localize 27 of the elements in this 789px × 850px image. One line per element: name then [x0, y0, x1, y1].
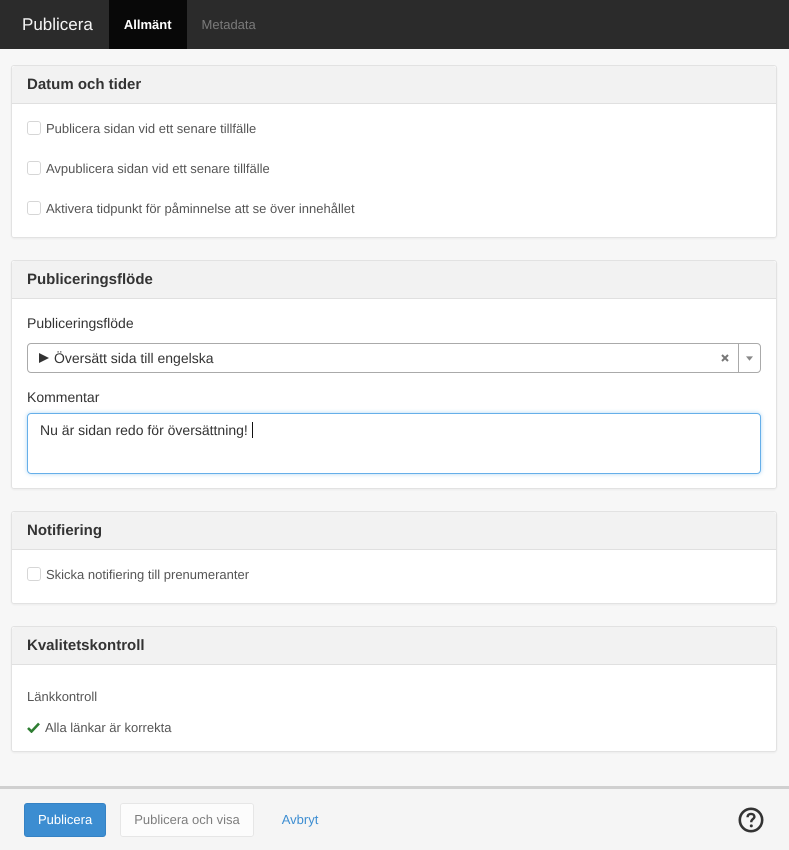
help-icon[interactable] [738, 806, 764, 832]
publish-button[interactable]: Publicera [24, 802, 106, 836]
clear-icon[interactable] [721, 354, 729, 362]
checkbox[interactable] [27, 161, 41, 175]
app-title: Publicera [21, 14, 94, 36]
checkbox[interactable] [27, 121, 41, 135]
checkbox-label[interactable]: Skicka notifiering till prenumeranter [46, 566, 250, 582]
workflow-select[interactable]: Översätt sida till engelska [27, 343, 761, 373]
panel-title: Datum och tider [27, 76, 142, 93]
checkbox[interactable] [27, 201, 41, 215]
checkbox[interactable] [27, 567, 41, 581]
checkbox-label[interactable]: Publicera sidan vid ett senare tillfälle [46, 120, 256, 136]
panel-title: Publiceringsflöde [27, 271, 153, 288]
check-result: Alla länkar är korrekta [45, 720, 172, 734]
field-label: Publiceringsflöde [27, 314, 134, 333]
checkbox-label[interactable]: Aktivera tidpunkt för påminnelse att se över innehållet [46, 200, 355, 216]
text-cursor [252, 422, 253, 438]
play-icon [39, 353, 49, 363]
caret-icon[interactable] [746, 356, 753, 360]
comment-field[interactable]: Nu är sidan redo för översättning! [27, 413, 761, 474]
panel-title: Notifiering [27, 522, 102, 539]
check-icon [27, 722, 40, 732]
checkbox-label[interactable]: Avpublicera sidan vid ett senare tillfälle [46, 160, 270, 176]
field-label: Kommentar [27, 388, 100, 407]
panel-title: Kvalitetskontroll [27, 637, 145, 654]
tab[interactable]: Allmänt [108, 0, 187, 49]
check-label: Länkkontroll [27, 688, 98, 706]
